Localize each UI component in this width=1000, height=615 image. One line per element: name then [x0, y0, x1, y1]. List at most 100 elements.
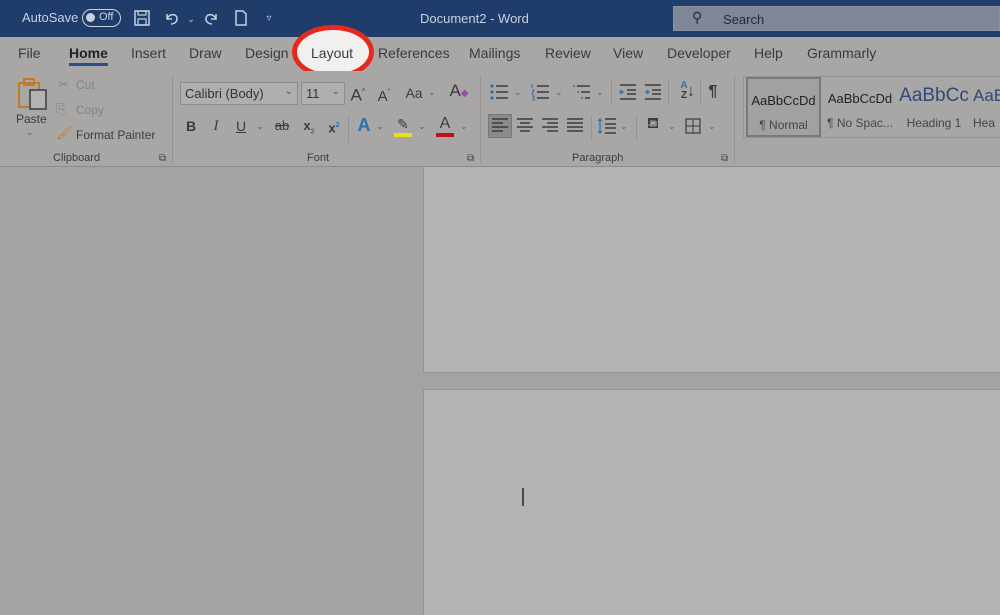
style-name: ¶ Normal — [759, 118, 808, 132]
autosave-label: AutoSave — [22, 10, 79, 25]
tab-grammarly[interactable]: Grammarly — [807, 45, 876, 61]
tab-layout[interactable]: Layout — [311, 45, 353, 61]
separator — [700, 79, 701, 105]
grow-font-icon[interactable]: A^ — [348, 83, 368, 105]
justify-icon[interactable] — [565, 117, 585, 140]
numbering-icon[interactable] — [530, 83, 550, 106]
group-separator — [480, 75, 481, 163]
shrink-font-icon[interactable]: Aˇ — [374, 84, 394, 106]
borders-dropdown-icon[interactable]: ⌄ — [708, 121, 716, 132]
highlight-icon[interactable]: ✎ — [394, 115, 412, 133]
highlight-dropdown-icon[interactable]: ⌄ — [418, 121, 426, 132]
numbering-dropdown-icon[interactable]: ⌄ — [555, 87, 563, 98]
cut-button[interactable]: Cut — [76, 78, 95, 92]
tab-references[interactable]: References — [378, 45, 450, 61]
style-name: Heading 1 — [906, 116, 962, 130]
separator — [636, 115, 637, 141]
document-page-2[interactable] — [423, 389, 1000, 615]
autosave-toggle[interactable]: Off — [82, 9, 121, 27]
text-effects-icon[interactable]: A — [355, 116, 373, 134]
search-box[interactable]: ⚲ Search — [673, 6, 1000, 31]
copy-icon[interactable]: ⎘ — [56, 101, 66, 117]
underline-button[interactable]: U — [234, 117, 248, 135]
show-formatting-marks-button[interactable]: ¶ — [705, 83, 721, 101]
new-document-icon[interactable] — [231, 9, 251, 29]
multilevel-list-icon[interactable] — [572, 83, 592, 106]
superscript-button[interactable]: x2 — [326, 117, 342, 137]
align-left-icon — [490, 117, 510, 140]
search-icon: ⚲ — [692, 9, 703, 25]
multilevel-list-dropdown-icon[interactable]: ⌄ — [596, 87, 604, 98]
tab-view[interactable]: View — [613, 45, 643, 61]
font-name-select[interactable]: Calibri (Body) ⌄ — [180, 82, 298, 105]
decrease-indent-icon[interactable] — [618, 83, 638, 106]
clear-formatting-icon[interactable]: A◆ — [448, 82, 470, 103]
font-color-icon[interactable]: A — [436, 115, 454, 133]
shading-dropdown-icon[interactable]: ⌄ — [668, 121, 676, 132]
separator — [348, 115, 349, 143]
subscript-button[interactable]: x2 — [301, 117, 317, 142]
paragraph-dialog-launcher-icon[interactable]: ⧉ — [721, 153, 728, 164]
underline-dropdown-icon[interactable]: ⌄ — [256, 121, 264, 132]
align-center-icon[interactable] — [515, 117, 535, 140]
style-no-spacing[interactable]: AaBbCcDd ¶ No Spac... — [823, 77, 897, 137]
style-normal[interactable]: AaBbCcDd ¶ Normal — [746, 77, 821, 137]
tab-draw[interactable]: Draw — [189, 45, 222, 61]
tab-review[interactable]: Review — [545, 45, 591, 61]
tab-help[interactable]: Help — [754, 45, 783, 61]
tab-design[interactable]: Design — [245, 45, 289, 61]
cut-icon[interactable]: ✂ — [58, 77, 69, 93]
shading-icon[interactable]: ⛾ — [643, 115, 663, 133]
tab-home[interactable]: Home — [69, 45, 108, 66]
format-painter-button[interactable]: Format Painter — [76, 128, 155, 142]
paste-icon[interactable] — [16, 77, 50, 111]
paste-dropdown-icon[interactable]: ⌄ — [26, 127, 34, 138]
italic-button[interactable]: I — [210, 117, 222, 135]
borders-icon[interactable] — [683, 117, 703, 140]
sort-arrow-icon: ↓ — [687, 83, 695, 100]
style-preview: AaBbCc — [899, 85, 969, 106]
bold-button[interactable]: B — [184, 117, 198, 135]
tab-insert[interactable]: Insert — [131, 45, 166, 61]
style-heading-1[interactable]: AaBbCc Heading 1 — [899, 77, 969, 137]
change-case-button[interactable]: Aa — [404, 84, 424, 102]
paste-button-label[interactable]: Paste — [16, 112, 47, 126]
undo-icon[interactable] — [162, 9, 182, 29]
title-bar: AutoSave Off ⌄ ▿ Document2 - Word ⚲ Sear… — [0, 0, 1000, 37]
font-name-value: Calibri (Body) — [185, 86, 264, 101]
customize-quick-access-icon[interactable]: ▿ — [259, 9, 279, 29]
bullets-dropdown-icon[interactable]: ⌄ — [514, 87, 522, 98]
clipboard-dialog-launcher-icon[interactable]: ⧉ — [159, 153, 166, 164]
document-page-1[interactable] — [423, 167, 1000, 373]
font-color-dropdown-icon[interactable]: ⌄ — [460, 121, 468, 132]
separator — [668, 79, 669, 105]
format-painter-icon[interactable]: 🖌 — [56, 125, 73, 141]
styles-gallery: AaBbCcDd ¶ Normal AaBbCcDd ¶ No Spac... … — [743, 76, 1000, 138]
tab-file[interactable]: File — [18, 45, 41, 61]
subscript-label: x — [303, 118, 311, 133]
strikethrough-button[interactable]: ab — [273, 117, 291, 135]
redo-icon[interactable] — [201, 9, 221, 29]
style-name: Hea — [973, 116, 996, 130]
autosave-state: Off — [99, 11, 114, 23]
line-spacing-dropdown-icon[interactable]: ⌄ — [620, 121, 628, 132]
style-heading-2[interactable]: AaB Hea — [973, 77, 1000, 137]
style-name: ¶ No Spac... — [827, 116, 893, 130]
copy-button[interactable]: Copy — [76, 103, 104, 117]
text-effects-dropdown-icon[interactable]: ⌄ — [376, 121, 384, 132]
tab-mailings[interactable]: Mailings — [469, 45, 520, 61]
style-preview: AaBbCcDd — [827, 91, 893, 106]
align-right-icon[interactable] — [540, 117, 560, 140]
line-spacing-icon[interactable] — [597, 117, 617, 140]
bullets-icon[interactable] — [489, 83, 509, 106]
clipboard-group-label: Clipboard — [53, 152, 101, 164]
font-size-select[interactable]: 11 ⌄ — [301, 82, 345, 105]
increase-indent-icon[interactable] — [643, 83, 663, 106]
text-cursor — [522, 488, 524, 506]
document-title: Document2 - Word — [420, 11, 529, 26]
tab-developer[interactable]: Developer — [667, 45, 731, 61]
save-icon[interactable] — [132, 9, 152, 29]
undo-dropdown-icon[interactable]: ⌄ — [181, 9, 201, 29]
font-dialog-launcher-icon[interactable]: ⧉ — [467, 153, 474, 164]
change-case-dropdown-icon[interactable]: ⌄ — [428, 87, 436, 98]
